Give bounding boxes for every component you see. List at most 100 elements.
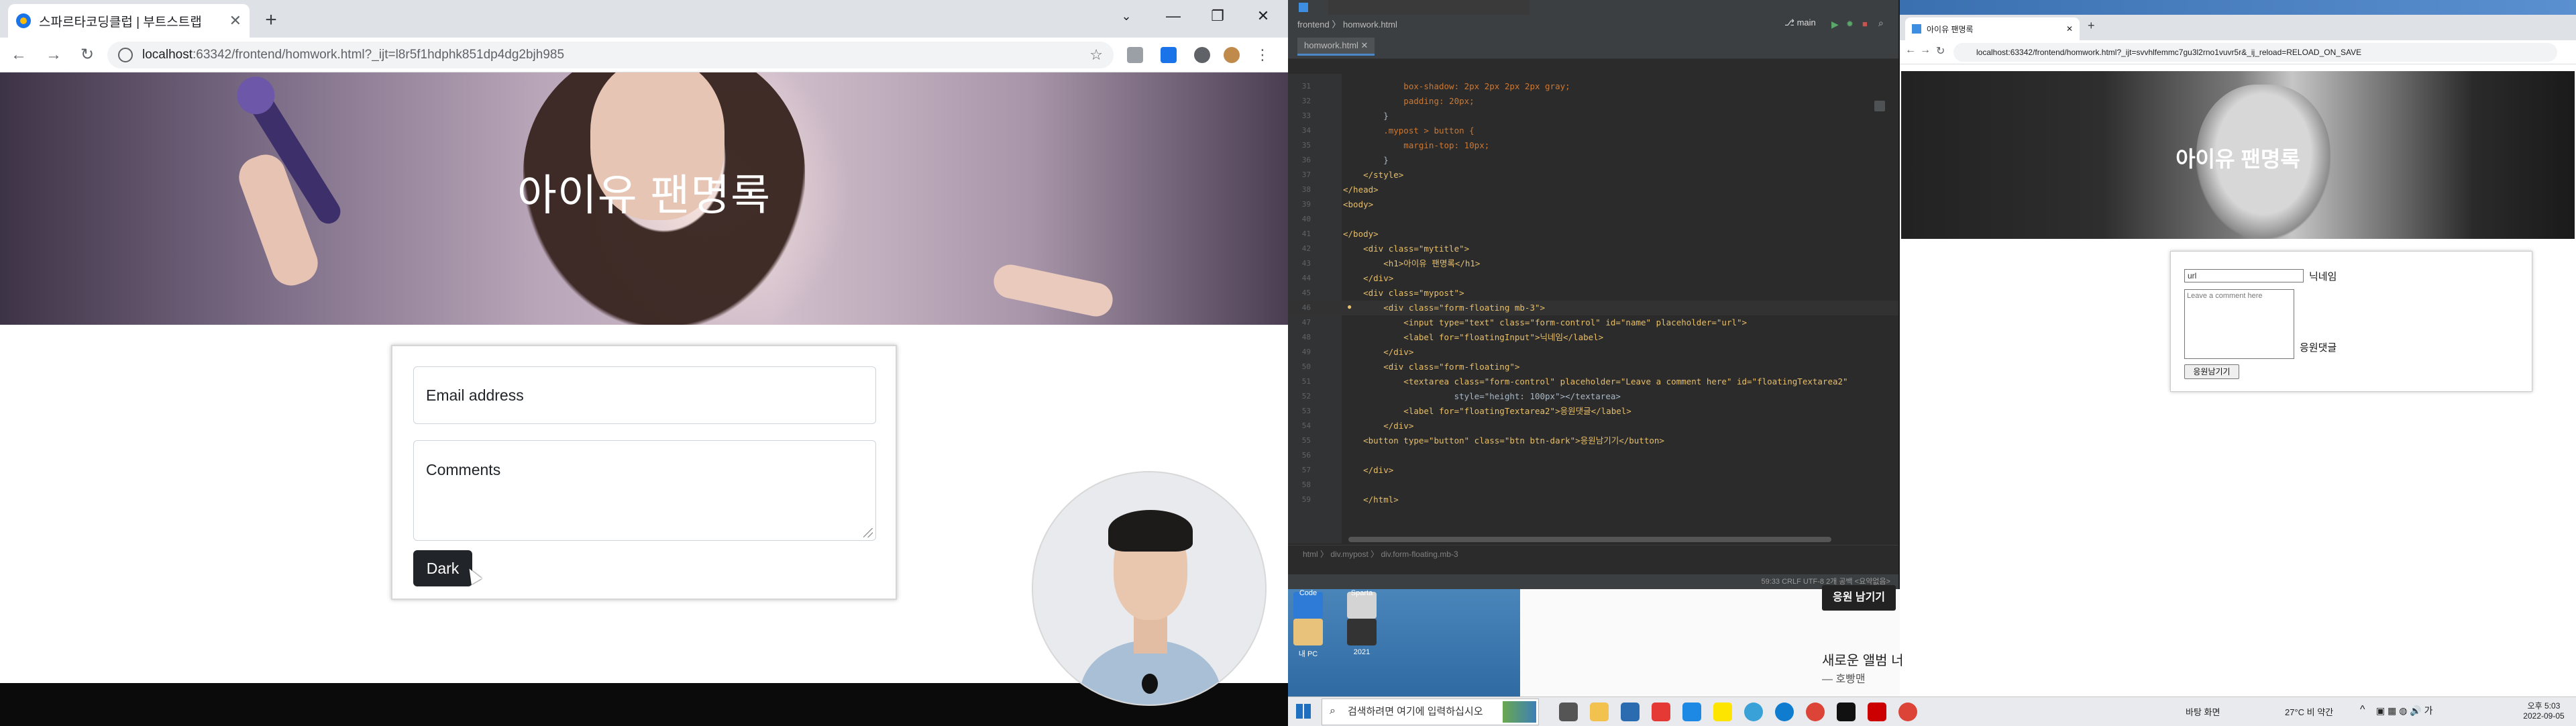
ide-code-line[interactable]: <input type="text" class="form-control" … [1343,315,1893,330]
ide-breadcrumb[interactable]: html 〉 div.mypost 〉 div.form-floating.mb… [1288,545,1898,562]
tab-search-icon[interactable]: ⌄ [1106,0,1147,32]
left-browser-toolbar: ← → ↻ localhost:63342/frontend/homwork.h… [0,38,1288,72]
ide-code-line[interactable]: margin-top: 10px; [1343,138,1893,153]
new-tab-icon[interactable]: + [2088,19,2095,33]
debug-icon[interactable]: ✹ [1846,19,1854,30]
left-browser-tab[interactable]: 스파르타코딩클럽 | 부트스트랩 ✕ [8,4,250,38]
ide-editor-tab[interactable]: homwork.html ✕ [1297,38,1375,56]
background-comment-text: 새로운 앨범 너 [1822,654,1904,668]
close-tab-icon[interactable]: ✕ [229,12,241,30]
back-icon[interactable]: ← [1905,44,1916,56]
kakaotalk-icon[interactable] [1713,703,1732,721]
intention-bulb-icon[interactable]: ● [1347,302,1352,311]
pycharm-icon[interactable] [1837,703,1856,721]
clock[interactable]: 오후 5:03 2022-09-05 [2518,700,2569,721]
weather-widget[interactable]: 27°C 비 약간 [2285,705,2333,718]
ide-code-line[interactable]: <textarea class="form-control" placehold… [1343,374,1893,389]
ide-code-line[interactable]: style="height: 100px"></textarea> [1343,389,1893,404]
ide-code-line[interactable]: <div class="mytitle"> [1343,242,1893,256]
ide-code-line[interactable]: } [1343,109,1893,123]
tray-icons[interactable]: ▣ ▦ ◍ 🔊 가 [2376,704,2433,717]
ide-code-line[interactable] [1343,448,1893,463]
ide-code-line[interactable]: <button type="button" class="btn btn-dar… [1343,433,1893,448]
extensions-puzzle-icon[interactable] [1194,47,1210,63]
ide-code-line[interactable]: .mypost > button { [1343,123,1893,138]
reload-icon[interactable]: ↻ [75,43,99,67]
run-icon[interactable]: ▶ [1831,19,1839,30]
ide-code-line[interactable]: </div> [1343,271,1893,286]
right-address-bar[interactable]: localhost:63342/frontend/homwork.html?_i… [1953,43,2557,62]
ide-code-line[interactable]: } [1343,153,1893,168]
ide-code-line[interactable]: </div> [1343,463,1893,478]
ide-code-line[interactable]: <h1>아이유 팬명록</h1> [1343,256,1893,271]
ide-project-path[interactable]: frontend 〉 homwork.html [1297,17,1397,30]
store-icon[interactable] [1682,703,1701,721]
ide-code-line[interactable]: <div class="form-floating"> [1343,360,1893,374]
bookmark-star-icon[interactable]: ☆ [1089,46,1103,64]
translate-extension-icon[interactable] [1127,47,1143,63]
reload-icon[interactable]: ↻ [1936,44,1945,58]
ide-code-area[interactable]: box-shadow: 2px 2px 2px 2px gray; paddin… [1343,79,1893,507]
ide-code-line[interactable]: <div class="form-floating mb-3"> [1343,301,1893,315]
background-comment-author: — 호빵맨 [1822,674,1866,685]
chrome-icon[interactable] [1806,703,1825,721]
left-address-bar[interactable]: localhost:63342/frontend/homwork.html?_i… [107,42,1114,68]
background-cheer-button[interactable]: 응원 남기기 [1822,585,1896,611]
email-field[interactable]: Email address [413,366,876,424]
more-menu-icon[interactable]: ⋮ [1254,47,1271,63]
file-explorer-icon[interactable] [1590,703,1609,721]
nickname-input[interactable]: url [2184,269,2304,282]
ide-code-line[interactable]: </head> [1343,183,1893,197]
new-tab-icon[interactable]: + [258,7,284,34]
ide-code-line[interactable]: <body> [1343,197,1893,212]
tray-chevron-icon[interactable]: ^ [2360,704,2365,716]
youtube-icon[interactable] [1652,703,1670,721]
windows-start-icon[interactable] [1296,704,1311,719]
stop-icon[interactable]: ■ [1862,19,1868,29]
back-icon[interactable]: ← [7,43,31,67]
dark-button[interactable]: Dark [413,550,472,586]
restore-icon[interactable]: ❐ [1197,0,1238,32]
left-browser-window: 스파르타코딩클럽 | 부트스트랩 ✕ + ⌄ — ❐ ✕ ← → ↻ local… [0,0,1288,726]
ide-code-line[interactable]: </div> [1343,419,1893,433]
chrome-profile-icon[interactable] [1898,703,1917,721]
ide-line-number: 52 [1301,392,1311,401]
ide-line-number: 46 [1301,303,1311,312]
profile-avatar[interactable] [1224,47,1240,63]
git-branch-widget[interactable]: ⎇ main [1784,17,1816,28]
ide-code-line[interactable] [1343,212,1893,227]
ide-code-line[interactable]: </html> [1343,492,1893,507]
comments-field[interactable]: Comments [413,440,876,541]
leave-cheer-button[interactable]: 응원남기기 [2184,364,2239,379]
resize-handle-icon[interactable] [863,528,873,537]
desktop-label[interactable]: 바탕 화면 [2186,705,2220,718]
folder-desktop-icon[interactable] [1293,619,1323,645]
close-window-icon[interactable]: ✕ [1242,0,1284,32]
minimize-icon[interactable]: — [1152,0,1194,32]
browser-preview-icon[interactable] [1874,101,1885,111]
settings-gear-icon[interactable] [1744,703,1763,721]
comment-textarea[interactable]: Leave a comment here [2184,289,2294,359]
ide-code-line[interactable] [1343,478,1893,492]
ide-line-number: 51 [1301,377,1311,386]
cast-extension-icon[interactable] [1161,47,1177,63]
close-tab-icon[interactable]: ✕ [2066,24,2073,34]
ide-code-line[interactable]: </div> [1343,345,1893,360]
mail-icon[interactable] [1621,703,1640,721]
ide-code-line[interactable]: <label for="floatingInput">닉네임</label> [1343,330,1893,345]
ide-code-line[interactable]: <label for="floatingTextarea2">응원댓글</lab… [1343,404,1893,419]
ide-search-icon[interactable]: ⌕ [1878,17,1884,29]
edge-icon[interactable] [1775,703,1794,721]
ide-code-line[interactable]: </body> [1343,227,1893,242]
ide-code-line[interactable]: <div class="mypost"> [1343,286,1893,301]
forward-icon[interactable]: → [42,43,66,67]
right-browser-tab[interactable]: 아이유 팬명록 ✕ [1905,17,2080,40]
ide-code-line[interactable]: box-shadow: 2px 2px 2px 2px gray; [1343,79,1893,94]
monitor-desktop-icon[interactable] [1347,619,1377,645]
ide-code-line[interactable]: </style> [1343,168,1893,183]
ide-horizontal-scrollbar[interactable] [1348,537,1831,542]
ide-code-line[interactable]: padding: 20px; [1343,94,1893,109]
acrobat-icon[interactable] [1868,703,1886,721]
task-view-icon[interactable] [1559,703,1578,721]
forward-icon[interactable]: → [1920,44,1931,56]
